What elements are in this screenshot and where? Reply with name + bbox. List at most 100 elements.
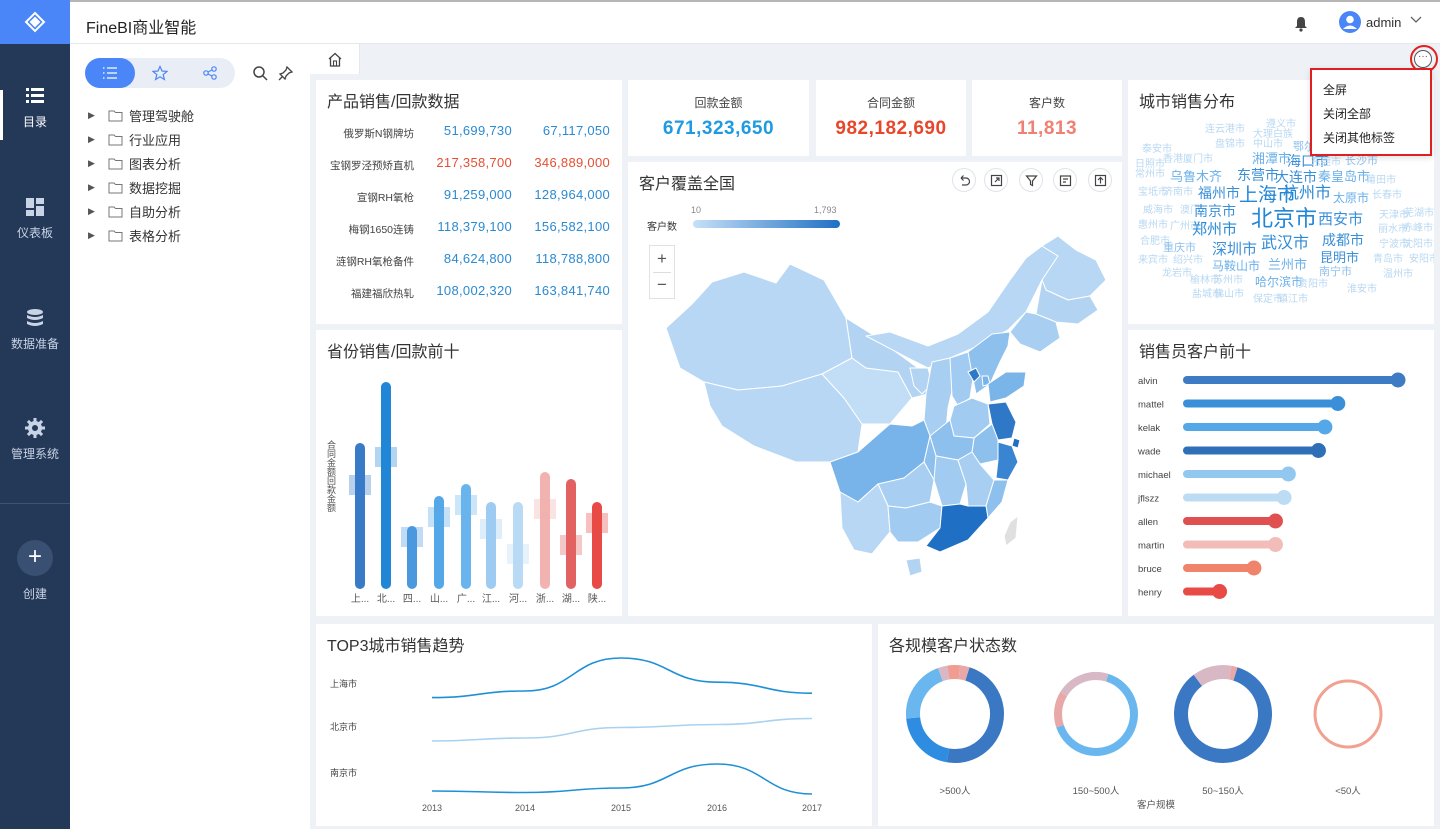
word-cloud-item[interactable]: 惠州市 [1138, 221, 1168, 231]
bar-end-dot[interactable] [1267, 537, 1283, 552]
menu-item-close-all[interactable]: 关闭全部 [1323, 105, 1371, 122]
word-cloud-item[interactable]: 香港厦门市 [1163, 155, 1213, 165]
nav-admin[interactable]: 管理系统 [0, 417, 70, 497]
donut-slice[interactable] [958, 665, 970, 681]
word-cloud-item[interactable]: 湘潭市 [1252, 152, 1291, 165]
table-row[interactable]: 宣钢RH氧枪 91,259,000 128,964,000 [316, 187, 622, 207]
home-tab[interactable] [310, 44, 360, 74]
word-cloud-item[interactable]: 济南市 [1163, 188, 1193, 198]
word-cloud-item[interactable]: 佛山市 [1214, 290, 1244, 300]
word-cloud-item[interactable]: 西安市 [1318, 212, 1363, 227]
collection-marker[interactable] [514, 550, 522, 558]
bar-end-dot[interactable] [1390, 372, 1406, 388]
word-cloud-item[interactable]: 成都市 [1322, 233, 1364, 247]
word-cloud-item[interactable]: 长沙市 [1345, 156, 1378, 167]
word-cloud-item[interactable]: 乌鲁木齐 [1170, 170, 1222, 183]
word-cloud-item[interactable]: 大连市 [1275, 170, 1317, 184]
collection-marker[interactable] [462, 501, 470, 509]
pin-icon[interactable] [278, 65, 294, 81]
trend-line-chart[interactable]: 2013 2014 2015 2016 2017 上海市北京市南京市 [316, 624, 872, 826]
word-cloud-item[interactable]: 中山市 [1253, 140, 1283, 150]
china-map[interactable] [628, 162, 1122, 616]
word-cloud-item[interactable]: 威海市 [1143, 206, 1173, 216]
donut-slice[interactable] [937, 665, 950, 682]
province-bar-chart[interactable]: 合同金额回款金额上... 北... 四... 山... 广... 江... 河... 浙...… [316, 330, 622, 616]
menu-item-close-others[interactable]: 关闭其他标签 [1323, 129, 1395, 146]
word-cloud-item[interactable]: 马鞍山市 [1212, 260, 1260, 272]
nav-catalog[interactable]: 目录 [0, 85, 70, 165]
bar[interactable] [1183, 493, 1285, 502]
donut-slice[interactable] [906, 668, 944, 719]
word-cloud-item[interactable]: 太原市 [1333, 192, 1369, 204]
word-cloud-item[interactable]: 秦皇岛市 [1318, 170, 1370, 183]
word-cloud-item[interactable]: 深圳市 [1212, 242, 1257, 257]
word-cloud-item[interactable]: 福州市 [1198, 186, 1240, 200]
collection-marker[interactable] [487, 525, 495, 533]
bar[interactable] [355, 443, 365, 589]
collection-marker[interactable] [382, 453, 390, 461]
table-row[interactable]: 宝钢罗泾预矫直机 217,358,700 346,889,000 [316, 155, 622, 175]
bar-end-dot[interactable] [1310, 443, 1326, 458]
tree-folder[interactable]: ▶ 表格分析 [88, 225, 181, 245]
bar[interactable] [1183, 540, 1276, 549]
menu-item-fullscreen[interactable]: 全屏 [1323, 81, 1347, 98]
donut-slice[interactable] [946, 667, 1004, 763]
scale-donut-charts[interactable]: >500人 150~500人 50~150人 <50人客户规模 [878, 624, 1434, 826]
word-cloud-item[interactable]: 连云港市 [1205, 125, 1245, 135]
bar[interactable] [1183, 470, 1289, 478]
bar[interactable] [1183, 399, 1338, 408]
logo[interactable] [0, 0, 70, 44]
word-cloud-item[interactable]: 杭州市 [1283, 186, 1331, 202]
tree-folder[interactable]: ▶ 行业应用 [88, 129, 181, 149]
collection-marker[interactable] [435, 513, 443, 521]
tree-folder[interactable]: ▶ 自助分析 [88, 201, 181, 221]
word-cloud-item[interactable]: 北京市 [1251, 208, 1317, 230]
word-cloud-item[interactable]: 龙岩市 [1162, 269, 1192, 279]
donut-slice[interactable] [1193, 665, 1232, 687]
collection-marker[interactable] [593, 519, 601, 527]
word-cloud-item[interactable]: 芜湖市 [1404, 209, 1434, 219]
collection-marker[interactable] [408, 533, 416, 541]
bar-end-dot[interactable] [1276, 490, 1292, 505]
donut-slice[interactable] [1060, 672, 1109, 697]
bar[interactable] [1183, 517, 1276, 525]
word-cloud-item[interactable]: 昆明市 [1320, 251, 1359, 264]
bar[interactable] [381, 382, 391, 589]
word-cloud-item[interactable]: 兰州市 [1268, 258, 1307, 271]
table-row[interactable]: 梅钢1650连铸 118,379,100 156,582,100 [316, 219, 622, 239]
more-options-button[interactable]: ··· [1414, 50, 1432, 68]
donut-slice[interactable] [947, 665, 961, 680]
table-row[interactable]: 涟钢RH氧枪备件 84,624,800 118,788,800 [316, 251, 622, 271]
word-cloud-item[interactable]: 常州市 [1135, 170, 1165, 180]
series-line[interactable] [431, 717, 813, 742]
chevron-down-icon[interactable] [1410, 14, 1422, 26]
collection-marker[interactable] [541, 505, 549, 513]
nav-data-prep[interactable]: 数据准备 [0, 307, 70, 387]
word-cloud-item[interactable]: 南宁市 [1319, 267, 1352, 278]
tab-favorites[interactable] [135, 58, 185, 88]
tree-folder[interactable]: ▶ 管理驾驶舱 [88, 105, 194, 125]
word-cloud-item[interactable]: 来宾市 [1138, 256, 1168, 266]
bar-end-dot[interactable] [1212, 584, 1228, 599]
word-cloud-item[interactable]: 东营市 [1237, 168, 1279, 182]
sales-rep-bar-chart[interactable]: alvin mattel kelak wade michael jflszz allen ma… [1128, 330, 1434, 616]
bar-end-dot[interactable] [1267, 513, 1283, 529]
bar-end-dot[interactable] [1330, 396, 1346, 411]
bar[interactable] [1183, 446, 1319, 455]
bar[interactable] [1183, 376, 1398, 384]
donut-slice[interactable] [1228, 665, 1238, 681]
bell-icon[interactable] [1294, 16, 1308, 32]
bar-end-dot[interactable] [1317, 419, 1333, 435]
collection-marker[interactable] [567, 541, 575, 549]
bar-end-dot[interactable] [1280, 466, 1296, 482]
word-cloud-item[interactable]: 镇江市 [1278, 295, 1308, 305]
tree-folder[interactable]: ▶ 图表分析 [88, 153, 181, 173]
bar[interactable] [540, 472, 550, 589]
tab-list-view[interactable] [85, 58, 135, 88]
word-cloud-item[interactable]: 赤峰市 [1403, 224, 1433, 234]
tab-share[interactable] [185, 58, 235, 88]
word-cloud-item[interactable]: 南京市 [1194, 204, 1236, 218]
table-row[interactable]: 福建福欣热轧 108,002,320 163,841,740 [316, 283, 622, 303]
donut-slice[interactable] [1054, 692, 1068, 728]
donut-slice[interactable] [1313, 679, 1383, 749]
